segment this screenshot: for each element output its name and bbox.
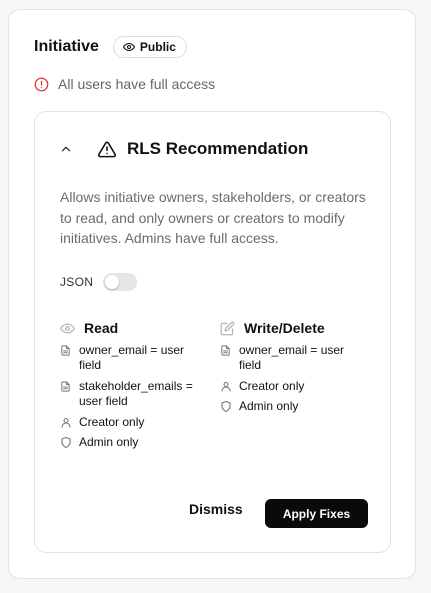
dismiss-button[interactable]: Dismiss: [189, 501, 243, 517]
recommendation-description: Allows initiative owners, stakeholders, …: [60, 189, 366, 246]
write-rule-text: Admin only: [239, 399, 299, 413]
access-status-text: All users have full access: [58, 76, 216, 92]
visibility-badge: Public: [112, 36, 187, 58]
panel-header: Initiative Public: [34, 36, 187, 58]
json-toggle[interactable]: [103, 273, 138, 291]
recommendation-title: RLS Recommendation: [127, 139, 309, 158]
json-toggle-row: JSON: [60, 273, 138, 291]
eye-icon: [122, 42, 135, 52]
document-icon: [220, 344, 234, 357]
read-rule: Admin only: [60, 435, 210, 450]
collapse-toggle[interactable]: [59, 138, 85, 160]
access-status: All users have full access: [34, 76, 215, 92]
read-rule: owner_email = user field: [60, 343, 210, 373]
entity-title: Initiative: [34, 38, 99, 55]
write-header: Write/Delete: [220, 319, 370, 337]
recommendation-header: RLS Recommendation: [59, 138, 308, 160]
document-icon: [60, 380, 74, 393]
toggle-knob: [105, 275, 120, 289]
eye-icon: [60, 323, 75, 333]
read-rule-text: Creator only: [79, 415, 145, 429]
warning-icon: [97, 140, 117, 159]
read-rule: Creator only: [60, 415, 210, 430]
document-icon: [60, 344, 74, 357]
read-rule-text: owner_email = user field: [79, 343, 185, 372]
write-permissions: Write/Delete owner_email = user field Cr…: [220, 319, 370, 419]
write-rule: Creator only: [220, 379, 370, 394]
read-header: Read: [60, 319, 210, 337]
user-icon: [220, 380, 234, 393]
alert-circle-icon: [34, 77, 49, 91]
shield-icon: [60, 436, 74, 449]
recommendation-card: RLS Recommendation Allows initiative own…: [34, 111, 391, 553]
chevron-up-icon: [61, 146, 71, 152]
write-rule-text: owner_email = user field: [239, 343, 345, 372]
visibility-badge-label: Public: [139, 40, 176, 54]
rls-panel: Initiative Public All users have full ac…: [8, 9, 416, 579]
read-title: Read: [84, 320, 119, 336]
write-rule: owner_email = user field: [220, 343, 370, 373]
read-rule-text: Admin only: [79, 435, 139, 449]
write-rule-text: Creator only: [239, 379, 305, 393]
json-toggle-label: JSON: [60, 275, 94, 289]
read-permissions: Read owner_email = user field stakeholde…: [60, 319, 210, 455]
read-rule: stakeholder_emails = user field: [60, 379, 210, 409]
read-rule-text: stakeholder_emails = user field: [79, 379, 193, 408]
user-icon: [60, 416, 74, 429]
write-title: Write/Delete: [244, 320, 325, 336]
write-rule: Admin only: [220, 399, 370, 414]
edit-icon: [220, 321, 235, 335]
shield-icon: [220, 400, 234, 413]
apply-fixes-button[interactable]: Apply Fixes: [265, 499, 368, 528]
